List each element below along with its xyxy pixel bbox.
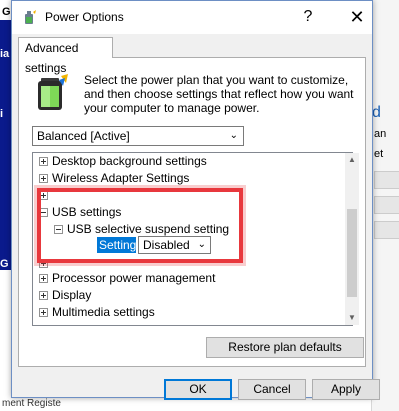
expand-icon (39, 191, 48, 200)
restore-plan-defaults-button[interactable]: Restore plan defaults (206, 337, 364, 358)
scroll-thumb[interactable] (347, 209, 357, 297)
power-options-icon (25, 10, 36, 24)
tree-item-label: USB settings (52, 205, 122, 219)
expand-icon[interactable] (39, 157, 48, 166)
power-plan-select[interactable]: Balanced [Active] ⌄ (32, 126, 244, 146)
chevron-down-icon: ⌄ (229, 130, 238, 141)
background-text: an (374, 128, 387, 140)
help-button[interactable]: ? (293, 6, 323, 28)
ok-button[interactable]: OK (164, 379, 232, 400)
expand-icon[interactable] (39, 291, 48, 300)
tree-item-label: Wireless Adapter Settings (52, 171, 190, 185)
tree-item-label: Processor power management (52, 271, 216, 285)
background-bar (374, 196, 399, 214)
background-text: d (372, 104, 381, 121)
scroll-down-icon[interactable]: ▼ (345, 311, 359, 325)
scroll-up-icon[interactable]: ▲ (345, 153, 359, 167)
power-options-dialog: Power Options ? ✕ Advanced settings Sele… (11, 0, 380, 400)
tree-item-label: Multimedia settings (52, 305, 155, 319)
expand-icon[interactable] (39, 308, 48, 317)
background-bar (374, 171, 399, 189)
tree-item-label: Display (52, 288, 92, 302)
tab-advanced-settings[interactable]: Advanced settings (18, 37, 113, 75)
close-button[interactable]: ✕ (342, 6, 372, 28)
setting-label: Setting: (97, 237, 140, 253)
setting-value: Disabled (143, 238, 190, 252)
expand-icon[interactable] (39, 174, 48, 183)
background-text: i (0, 108, 4, 120)
collapse-icon[interactable] (39, 208, 48, 217)
title-bar[interactable]: Power Options ? ✕ (12, 1, 372, 34)
chevron-down-icon: ⌄ (197, 239, 206, 250)
setting-value-select[interactable]: Disabled ⌄ (138, 236, 211, 254)
background-window-right: d an et (371, 0, 399, 411)
background-text: ment Registe (2, 398, 61, 409)
collapse-icon[interactable] (54, 225, 63, 234)
expand-icon[interactable] (39, 274, 48, 283)
background-text: et (374, 148, 384, 160)
power-plan-value: Balanced [Active] (37, 129, 130, 143)
apply-button[interactable]: Apply (312, 379, 380, 400)
window-title: Power Options (45, 10, 124, 24)
background-bar (374, 221, 399, 239)
cancel-button[interactable]: Cancel (238, 379, 306, 400)
battery-plan-icon (38, 74, 68, 110)
intro-description: Select the power plan that you want to c… (84, 73, 354, 115)
background-text: ia (0, 48, 10, 60)
tree-item-label: Desktop background settings (52, 154, 207, 168)
expand-icon (39, 259, 48, 268)
background-text: G (2, 6, 11, 18)
background-text: G (0, 258, 9, 270)
